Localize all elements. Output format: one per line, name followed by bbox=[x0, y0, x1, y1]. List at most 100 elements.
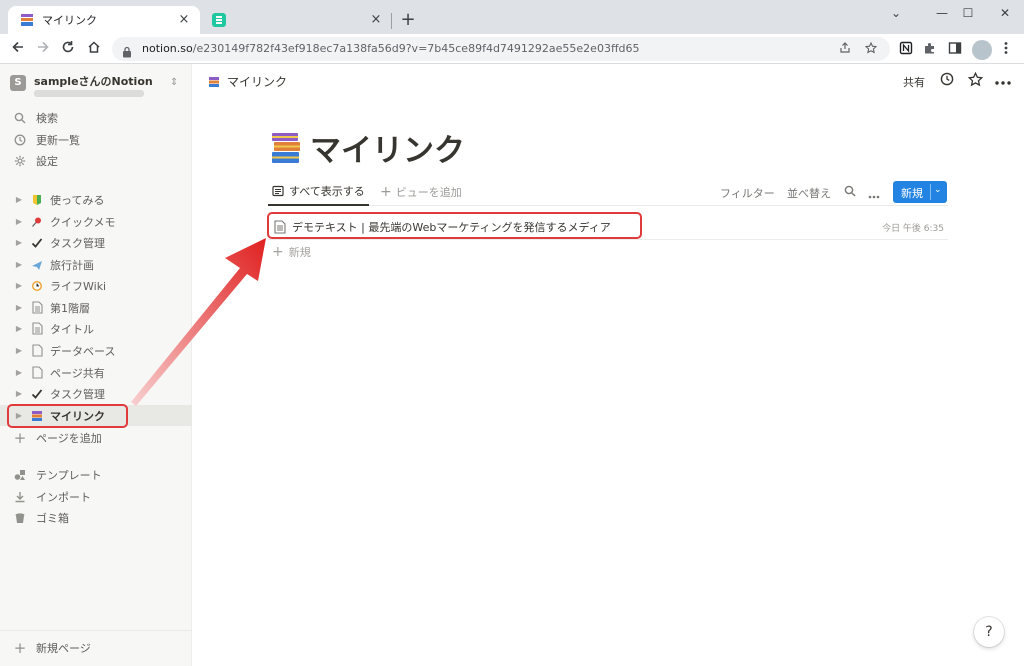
sidebar-page-level-1[interactable]: ▶ 第1階層 bbox=[0, 297, 192, 318]
sidebar-page-page-share[interactable]: ▶ ページ共有 bbox=[0, 362, 192, 383]
share-button[interactable]: 共有 bbox=[903, 74, 925, 90]
expand-arrow-icon[interactable]: ▶ bbox=[14, 195, 24, 204]
chevron-down-icon[interactable]: ⌄ bbox=[934, 185, 942, 195]
expand-arrow-icon[interactable]: ▶ bbox=[14, 324, 24, 333]
sidebar-page-life-wiki[interactable]: ▶ ライフWiki bbox=[0, 275, 192, 296]
tab-close-icon[interactable]: × bbox=[176, 12, 192, 28]
maximize-icon[interactable]: ☐ bbox=[948, 4, 988, 22]
history-clock-icon[interactable] bbox=[938, 72, 956, 90]
sort-button[interactable]: 並べ替え bbox=[787, 185, 831, 201]
selected-page-highlight bbox=[7, 404, 128, 428]
window-close-icon[interactable]: ✕ bbox=[985, 4, 1024, 22]
sidebar-page-task-management[interactable]: ▶ タスク管理 bbox=[0, 232, 192, 253]
sidebar-item-label: タイトル bbox=[50, 322, 94, 336]
sidebar-add-page[interactable]: + ページを追加 bbox=[0, 427, 192, 448]
help-button[interactable]: ? bbox=[974, 617, 1004, 647]
sidebar-item-search[interactable]: 検索 bbox=[0, 107, 192, 128]
sidebar: S sampleさんのNotion ⇕ 検索 更新一覧 設定 ▶ 使ってみる ▶… bbox=[0, 64, 192, 666]
sidebar-divider bbox=[0, 630, 192, 631]
page-title[interactable]: マイリンク bbox=[310, 125, 465, 170]
sidebar-page-travel-plan[interactable]: ▶ 旅行計画 bbox=[0, 254, 192, 275]
filter-button[interactable]: フィルター bbox=[720, 185, 775, 201]
extensions-puzzle-icon[interactable] bbox=[922, 41, 938, 57]
profile-avatar[interactable] bbox=[972, 40, 992, 60]
expand-arrow-icon[interactable]: ▶ bbox=[14, 389, 24, 398]
back-icon[interactable] bbox=[8, 39, 28, 59]
sidebar-item-templates[interactable]: テンプレート bbox=[0, 464, 192, 485]
document-icon bbox=[30, 344, 44, 358]
address-bar[interactable]: notion.so/e230149f782f43ef918ec7a138fa56… bbox=[112, 37, 890, 61]
button-divider bbox=[930, 184, 931, 200]
sidebar-page-title[interactable]: ▶ タイトル bbox=[0, 318, 192, 339]
breadcrumb-label: マイリンク bbox=[227, 75, 288, 89]
books-icon bbox=[207, 75, 221, 89]
sidebar-item-import[interactable]: インポート bbox=[0, 486, 192, 507]
tab-search-icon[interactable]: ⌄ bbox=[876, 4, 916, 22]
page-title-block: マイリンク bbox=[270, 125, 465, 170]
sidebar-page-quick-memo[interactable]: ▶ クイックメモ bbox=[0, 211, 192, 232]
trash-icon bbox=[13, 511, 27, 525]
new-record-button[interactable]: 新規 ⌄ bbox=[893, 181, 947, 203]
clock-icon bbox=[13, 133, 27, 147]
browser-menu-icon[interactable] bbox=[998, 41, 1014, 57]
sidebar-item-trash[interactable]: ゴミ箱 bbox=[0, 507, 192, 528]
browser-tab-active[interactable]: マイリンク × bbox=[8, 6, 200, 34]
workspace-badge: S bbox=[10, 75, 26, 91]
expand-arrow-icon[interactable]: ▶ bbox=[14, 260, 24, 269]
expand-arrow-icon[interactable]: ▶ bbox=[14, 346, 24, 355]
airplane-icon bbox=[30, 258, 44, 272]
tab-separator bbox=[391, 13, 392, 29]
new-record-label: 新規 bbox=[901, 187, 923, 200]
side-panel-icon[interactable] bbox=[947, 41, 963, 57]
share-page-icon[interactable] bbox=[838, 42, 852, 56]
url-host: notion.so bbox=[142, 42, 193, 55]
url-text: notion.so/e230149f782f43ef918ec7a138fa56… bbox=[142, 42, 640, 55]
sidebar-item-label: テンプレート bbox=[36, 468, 102, 482]
notion-extension-icon[interactable] bbox=[898, 41, 914, 57]
workspace-email-redacted bbox=[34, 90, 144, 97]
sidebar-item-label: ページを追加 bbox=[36, 431, 102, 445]
sidebar-page-database[interactable]: ▶ データベース bbox=[0, 340, 192, 361]
site-favicon-icon bbox=[212, 13, 226, 27]
breadcrumb[interactable]: マイリンク bbox=[207, 73, 287, 90]
document-icon bbox=[30, 301, 44, 315]
browser-tabstrip: マイリンク × × + ⌄ — ☐ ✕ bbox=[0, 0, 1024, 34]
view-tab-all[interactable]: すべて表示する bbox=[268, 178, 369, 206]
database-view-bar: すべて表示する + ビューを追加 フィルター 並べ替え 新規 ⌄ bbox=[268, 178, 948, 206]
search-icon[interactable] bbox=[844, 185, 856, 200]
expand-arrow-icon[interactable]: ▶ bbox=[14, 303, 24, 312]
new-tab-button[interactable]: + bbox=[398, 10, 418, 30]
document-icon bbox=[30, 366, 44, 380]
browser-tab-inactive[interactable]: × bbox=[200, 6, 392, 34]
sidebar-item-updates[interactable]: 更新一覧 bbox=[0, 129, 192, 150]
expand-arrow-icon[interactable]: ▶ bbox=[14, 238, 24, 247]
tab-close-icon[interactable]: × bbox=[368, 12, 384, 28]
favorite-star-icon[interactable] bbox=[966, 71, 984, 90]
sidebar-page-task-management-2[interactable]: ▶ タスク管理 bbox=[0, 383, 192, 404]
home-icon[interactable] bbox=[84, 39, 104, 59]
workspace-switcher[interactable]: S sampleさんのNotion ⇕ bbox=[10, 71, 185, 103]
reload-icon[interactable] bbox=[58, 39, 78, 59]
more-options-icon[interactable] bbox=[868, 189, 880, 202]
more-options-icon[interactable] bbox=[994, 72, 1012, 90]
sidebar-item-label: 検索 bbox=[36, 111, 58, 125]
sidebar-item-label: 使ってみる bbox=[50, 193, 105, 207]
sidebar-item-label: クイックメモ bbox=[50, 215, 116, 229]
expand-arrow-icon[interactable]: ▶ bbox=[14, 281, 24, 290]
add-view-button[interactable]: + ビューを追加 bbox=[380, 178, 462, 206]
gear-icon bbox=[13, 154, 27, 168]
sidebar-item-label: 第1階層 bbox=[50, 301, 90, 315]
expand-arrow-icon[interactable]: ▶ bbox=[14, 368, 24, 377]
add-row-button[interactable]: + 新規 bbox=[272, 244, 311, 260]
books-icon[interactable] bbox=[270, 131, 302, 165]
expand-arrow-icon[interactable]: ▶ bbox=[14, 217, 24, 226]
download-icon bbox=[13, 490, 27, 504]
forward-icon[interactable] bbox=[33, 39, 53, 59]
sidebar-item-label: 設定 bbox=[36, 154, 58, 168]
sidebar-item-label: 新規ページ bbox=[36, 641, 91, 655]
books-icon bbox=[20, 13, 34, 27]
sidebar-page-getting-started[interactable]: ▶ 使ってみる bbox=[0, 189, 192, 210]
bookmark-star-icon[interactable] bbox=[864, 41, 878, 56]
sidebar-new-page[interactable]: + 新規ページ bbox=[0, 637, 192, 658]
sidebar-item-settings[interactable]: 設定 bbox=[0, 150, 192, 171]
